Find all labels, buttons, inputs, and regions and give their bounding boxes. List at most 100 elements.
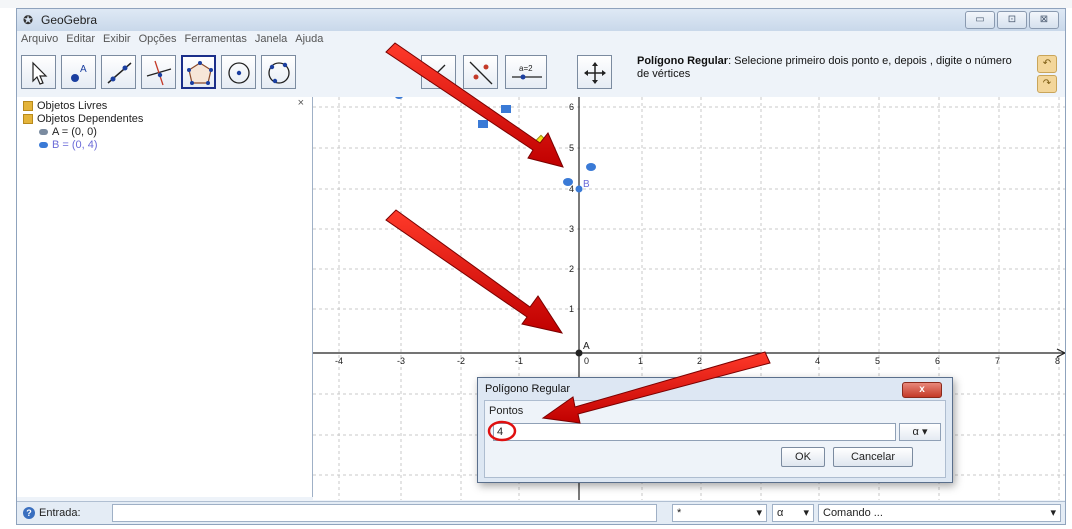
- point-icon: A: [71, 64, 87, 82]
- menu-opcoes[interactable]: Opções: [139, 33, 177, 49]
- symbol-combo[interactable]: * ▾: [672, 504, 767, 522]
- x-tick-labels: -4 -3 -2 -1 0 1 2 3 4 5 6 7 8: [335, 356, 1060, 366]
- y-tick-label: 6: [569, 102, 574, 112]
- algebra-view: × Objetos Livres Objetos Dependentes A =…: [17, 97, 313, 497]
- menu-editar[interactable]: Editar: [66, 33, 95, 49]
- move-graphics-tool[interactable]: [577, 55, 612, 89]
- command-combo[interactable]: Comando ... ▾: [818, 504, 1061, 522]
- greek-combo[interactable]: α ▾: [772, 504, 814, 522]
- x-tick-label: 1: [638, 356, 643, 366]
- chevron-down-icon: ▾: [756, 507, 762, 519]
- menu-janela[interactable]: Janela: [255, 33, 287, 49]
- algebra-item-text: B = (0, 4): [52, 139, 98, 151]
- algebra-close-icon[interactable]: ×: [298, 97, 304, 109]
- tree-free-objects[interactable]: Objetos Livres: [23, 100, 107, 112]
- line-tool[interactable]: [101, 55, 136, 89]
- menu-ajuda[interactable]: Ajuda: [295, 33, 323, 49]
- alpha-dropdown[interactable]: α ▾: [899, 423, 941, 441]
- x-tick-label: -1: [515, 356, 523, 366]
- toolbar: A a=2 Polígono Regular: Selecione primei…: [17, 51, 1065, 98]
- menu-arquivo[interactable]: Arquivo: [21, 33, 58, 49]
- greek-combo-value: α: [777, 507, 784, 519]
- y-tick-label: 3: [569, 224, 574, 234]
- undo-redo-group: ↶ ↷: [1037, 55, 1059, 95]
- x-tick-label: -4: [335, 356, 343, 366]
- polygon-preview-vertex: [534, 134, 548, 148]
- algebra-item-b[interactable]: B = (0, 4): [39, 139, 98, 151]
- dialog-panel: Pontos 4 α ▾ OK Cancelar: [484, 400, 946, 478]
- undo-icon[interactable]: ↶: [1037, 55, 1057, 73]
- points-input[interactable]: 4: [493, 423, 896, 441]
- folder-icon: [23, 101, 33, 111]
- dialog-close-button[interactable]: x: [902, 382, 942, 398]
- circle-three-points-tool[interactable]: [261, 55, 296, 89]
- menu-exibir[interactable]: Exibir: [103, 33, 131, 49]
- algebra-item-text: A = (0, 0): [52, 126, 97, 138]
- x-tick-label: 2: [697, 356, 702, 366]
- menu-ferramentas[interactable]: Ferramentas: [184, 33, 246, 49]
- y-tick-label: 5: [569, 143, 574, 153]
- slider-icon: a=2: [512, 64, 542, 80]
- geogebra-icon: ✪: [23, 13, 34, 27]
- x-tick-label: -2: [457, 356, 465, 366]
- circle-tool[interactable]: [221, 55, 256, 89]
- polygon-preview-vertex: [501, 105, 511, 113]
- move-tool[interactable]: [21, 55, 56, 89]
- reflect-icon: [469, 61, 493, 85]
- dialog-title: Polígono Regular: [485, 383, 571, 395]
- reflect-tool[interactable]: [463, 55, 498, 89]
- regular-polygon-dialog: Polígono Regular x Pontos 4 α ▾ OK Cance…: [477, 377, 953, 483]
- algebra-item-a[interactable]: A = (0, 0): [39, 126, 97, 138]
- x-tick-label: 8: [1055, 356, 1060, 366]
- polygon-tool[interactable]: [181, 55, 216, 89]
- visibility-toggle-icon[interactable]: [39, 142, 48, 148]
- x-tick-label: -3: [397, 356, 405, 366]
- dependent-objects-label: Objetos Dependentes: [37, 113, 144, 125]
- point-a[interactable]: [575, 349, 583, 357]
- circle-points-icon: [268, 62, 290, 84]
- chevron-down-icon: ▾: [1050, 507, 1056, 519]
- polygon-preview-vertex: [586, 163, 596, 171]
- polygon-preview-vertex: [563, 178, 573, 186]
- perpendicular-line-tool[interactable]: [141, 55, 176, 89]
- perpendicular-icon: [146, 60, 172, 86]
- tool-help-text: Polígono Regular: Selecione primeiro doi…: [637, 55, 1027, 81]
- tool-help-title: Polígono Regular: [637, 55, 729, 67]
- svg-text:a=2: a=2: [519, 64, 533, 73]
- close-button[interactable]: ⊠: [1029, 11, 1059, 29]
- redo-icon[interactable]: ↷: [1037, 75, 1057, 93]
- x-tick-label: 6: [935, 356, 940, 366]
- point-b-label: B: [583, 179, 590, 190]
- cursor-arrow-icon: [32, 61, 48, 85]
- angle-tool[interactable]: [421, 55, 456, 89]
- input-bar: ? Entrada: * ▾ α ▾ Comando ... ▾: [17, 501, 1065, 524]
- visibility-toggle-icon[interactable]: [39, 129, 48, 135]
- window-controls: ▭ ⊡ ⊠: [965, 11, 1059, 29]
- input-label: Entrada:: [39, 507, 81, 519]
- input-field[interactable]: [112, 504, 657, 522]
- window-title: GeoGebra: [41, 13, 98, 27]
- angle-icon: [428, 64, 449, 82]
- symbol-combo-value: *: [677, 507, 682, 519]
- points-label: Pontos: [489, 405, 524, 417]
- x-tick-label: 0: [584, 356, 589, 366]
- free-objects-label: Objetos Livres: [37, 100, 108, 112]
- tree-dependent-objects[interactable]: Objetos Dependentes: [23, 113, 143, 125]
- maximize-button[interactable]: ⊡: [997, 11, 1027, 29]
- point-tool[interactable]: A: [61, 55, 96, 89]
- slider-tool[interactable]: a=2: [505, 55, 547, 89]
- minimize-button[interactable]: ▭: [965, 11, 995, 29]
- help-icon[interactable]: ?: [23, 507, 35, 519]
- x-tick-label: 4: [815, 356, 820, 366]
- line-icon: [107, 62, 132, 84]
- command-combo-value: Comando ...: [823, 507, 883, 519]
- menu-bar: Arquivo Editar Exibir Opções Ferramentas…: [17, 33, 1065, 49]
- point-b[interactable]: [575, 185, 583, 193]
- polygon-preview-vertex: [395, 93, 403, 99]
- chevron-down-icon: ▾: [803, 507, 809, 519]
- x-tick-label: 3: [757, 356, 762, 366]
- ok-button[interactable]: OK: [781, 447, 825, 467]
- cancel-button[interactable]: Cancelar: [833, 447, 913, 467]
- regular-polygon-icon: [187, 61, 213, 85]
- background-strip: [0, 0, 1072, 8]
